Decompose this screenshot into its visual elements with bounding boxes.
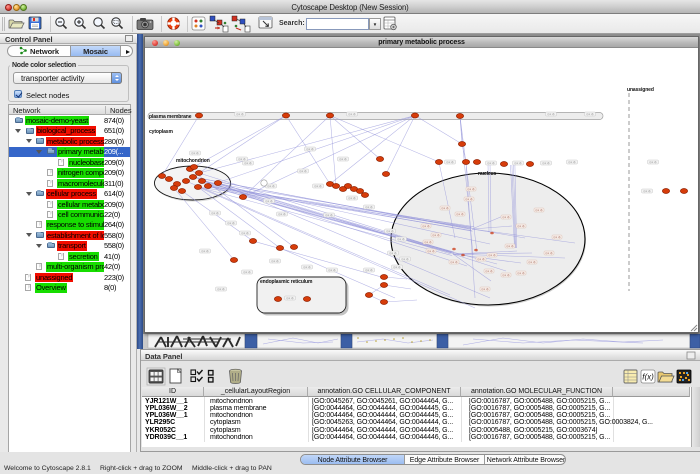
svg-text:(xx d): (xx d)	[349, 196, 356, 200]
svg-text:(xx d): (xx d)	[398, 237, 405, 241]
svg-text:(xx d): (xx d)	[442, 206, 449, 210]
svg-text:(xx d): (xx d)	[349, 112, 356, 116]
svg-text:(xx d): (xx d)	[644, 189, 651, 193]
svg-text:(xx d): (xx d)	[554, 235, 561, 239]
svg-text:(xx d): (xx d)	[244, 270, 251, 274]
svg-text:(xx d): (xx d)	[548, 112, 555, 116]
svg-text:(xx d): (xx d)	[402, 257, 409, 261]
svg-text:(xx d): (xx d)	[202, 249, 209, 253]
svg-text:(xx d): (xx d)	[468, 187, 475, 191]
svg-text:(xx d): (xx d)	[428, 249, 435, 253]
svg-text:(xx d): (xx d)	[447, 160, 454, 164]
svg-text:(xx d): (xx d)	[268, 184, 275, 188]
svg-text:(xx d): (xx d)	[518, 271, 525, 275]
svg-text:(xx d): (xx d)	[587, 112, 594, 116]
svg-text:(xx d): (xx d)	[423, 224, 430, 228]
svg-text:(xx d): (xx d)	[546, 251, 553, 255]
svg-text:(xx d): (xx d)	[245, 161, 252, 165]
svg-text:(xx d): (xx d)	[307, 147, 314, 151]
svg-text:(xx d): (xx d)	[279, 212, 286, 216]
svg-text:(xx d): (xx d)	[315, 184, 322, 188]
svg-text:(xx d): (xx d)	[518, 224, 525, 228]
svg-text:(xx d): (xx d)	[239, 157, 246, 161]
svg-text:(xx d): (xx d)	[489, 253, 496, 257]
svg-text:f(x): f(x)	[642, 373, 654, 382]
svg-text:(xx d): (xx d)	[390, 251, 397, 255]
svg-text:(xx d): (xx d)	[529, 260, 536, 264]
svg-text:unassigned: unassigned	[627, 87, 654, 93]
svg-text:(xx d): (xx d)	[425, 240, 432, 244]
svg-text:(xx d): (xx d)	[242, 231, 249, 235]
svg-text:nucleus: nucleus	[478, 171, 497, 177]
svg-text:(xx d): (xx d)	[212, 211, 219, 215]
svg-text:(xx d): (xx d)	[326, 213, 333, 217]
svg-text:(xx d): (xx d)	[304, 265, 311, 269]
svg-text:(xx d): (xx d)	[340, 157, 347, 161]
svg-text:(xx d): (xx d)	[536, 208, 543, 212]
svg-text:cytoplasm: cytoplasm	[149, 129, 173, 135]
svg-text:(xx d): (xx d)	[457, 212, 464, 216]
svg-text:(xx d): (xx d)	[266, 199, 273, 203]
svg-text:(xx d): (xx d)	[192, 151, 199, 155]
svg-text:(xx d): (xx d)	[366, 268, 373, 272]
svg-text:(xx d): (xx d)	[366, 205, 373, 209]
svg-text:(xx d): (xx d)	[218, 287, 225, 291]
svg-text:(xx d): (xx d)	[507, 244, 514, 248]
svg-text:(xx d): (xx d)	[237, 112, 244, 116]
svg-text:(xx d): (xx d)	[451, 260, 458, 264]
svg-text:(xx d): (xx d)	[482, 287, 489, 291]
svg-text:(xx d): (xx d)	[329, 268, 336, 272]
svg-text:(xx d): (xx d)	[394, 265, 401, 269]
svg-text:plasma membrane: plasma membrane	[149, 114, 192, 120]
svg-text:(xx d): (xx d)	[543, 161, 550, 165]
svg-text:(xx d): (xx d)	[486, 269, 493, 273]
svg-text:(xx d): (xx d)	[650, 160, 657, 164]
svg-text:(xx d): (xx d)	[503, 273, 510, 277]
svg-text:(xx d): (xx d)	[287, 296, 294, 300]
svg-text:mitochondrion: mitochondrion	[176, 158, 210, 164]
svg-text:(xx d): (xx d)	[387, 229, 394, 233]
svg-text:(xx d): (xx d)	[488, 161, 495, 165]
svg-text:(xx d): (xx d)	[228, 221, 235, 225]
svg-text:(xx d): (xx d)	[272, 259, 279, 263]
svg-text:(xx d): (xx d)	[466, 197, 473, 201]
svg-text:(xx d): (xx d)	[503, 215, 510, 219]
svg-text:(xx d): (xx d)	[569, 160, 576, 164]
svg-text:(xx d): (xx d)	[478, 257, 485, 261]
svg-text:(xx d): (xx d)	[433, 233, 440, 237]
svg-text:endoplasmic reticulum: endoplasmic reticulum	[260, 279, 313, 285]
svg-text:(xx d): (xx d)	[515, 161, 522, 165]
svg-text:(xx d): (xx d)	[300, 169, 307, 173]
